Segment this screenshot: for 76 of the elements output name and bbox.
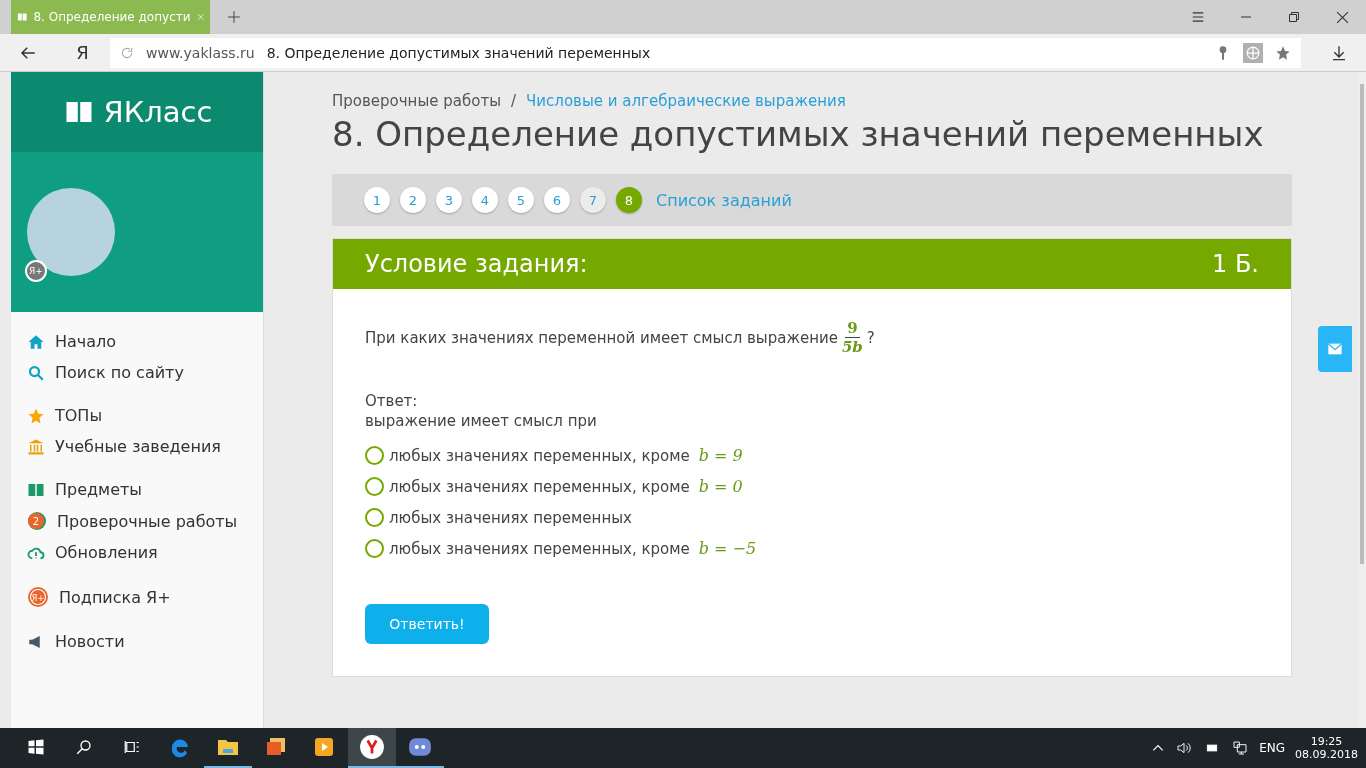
math-expression: b = 9 <box>698 446 743 465</box>
sidebar-item[interactable]: 2 Проверочные работы <box>27 511 263 531</box>
reload-icon <box>120 45 134 60</box>
answer-option[interactable]: любых значениях переменных <box>365 508 1259 527</box>
language-indicator[interactable]: ENG <box>1259 741 1285 755</box>
math-expression: b = 0 <box>698 477 743 496</box>
close-icon <box>196 12 204 22</box>
sidebar-item[interactable]: Я+ Подписка Я+ <box>27 586 263 608</box>
count-badge: 2 <box>27 511 47 531</box>
network-icon <box>1231 740 1250 756</box>
search-icon <box>27 363 45 382</box>
download-icon <box>1330 44 1347 61</box>
media-player-icon <box>312 735 336 759</box>
breadcrumb-link[interactable]: Проверочные работы <box>332 92 501 110</box>
radio-button[interactable] <box>365 539 384 558</box>
taskbar-app[interactable] <box>348 728 396 768</box>
mail-button[interactable] <box>1318 326 1352 372</box>
task-heading: Условие задания: <box>365 250 588 278</box>
address-bar[interactable]: www.yaklass.ru 8. Определение допустимых значений переменных <box>110 37 1301 68</box>
answer-label: Ответ: <box>365 392 419 410</box>
sidebar-item[interactable]: Новости <box>27 632 263 651</box>
sidebar-label: Подписка Я+ <box>59 587 171 607</box>
sidebar-label: Поиск по сайту <box>55 363 184 382</box>
sidebar-label: Новости <box>55 632 125 651</box>
sidebar-item[interactable]: Обновления <box>27 543 263 562</box>
home-logo-button[interactable]: Я <box>55 37 110 68</box>
math-expression: b = −5 <box>698 539 757 558</box>
globe-icon <box>1243 42 1263 63</box>
clock[interactable]: 19:25 08.09.2018 <box>1295 735 1358 761</box>
plus-icon <box>227 10 241 24</box>
windows-logo-icon <box>27 738 45 756</box>
question-text: При каких значениях переменной имеет смысл выражение <box>365 328 838 347</box>
yandex-browser-icon <box>359 734 385 760</box>
sidebar-label: Обновления <box>55 543 158 562</box>
plus-badge-icon: Я+ <box>27 586 49 608</box>
close-icon <box>1335 10 1349 24</box>
brand-name: ЯКласс <box>103 95 213 129</box>
menu-icon <box>1191 10 1205 24</box>
speaker-icon <box>1175 740 1194 756</box>
tab-title: 8. Определение допусти <box>33 10 191 24</box>
sidebar-item[interactable]: Поиск по сайту <box>27 363 263 382</box>
option-text: любых значениях переменных, кроме <box>389 446 690 465</box>
question-mark: ? <box>866 328 875 347</box>
radio-button[interactable] <box>365 477 384 496</box>
sidebar-item[interactable]: ТОПы <box>27 406 263 425</box>
building-icon <box>27 437 45 456</box>
answer-option[interactable]: любых значениях переменных, кроме b = 0 <box>365 477 1259 496</box>
sidebar-label: Учебные заведения <box>55 437 221 456</box>
sidebar-label: Предметы <box>55 480 142 499</box>
sidebar-item[interactable]: Учебные заведения <box>27 437 263 456</box>
answer-option[interactable]: любых значениях переменных, кроме b = −5 <box>365 539 1259 558</box>
sidebar-label: ТОПы <box>55 406 103 425</box>
page-title: 8. Определение допустимых значений переменных <box>332 114 1265 154</box>
breadcrumb-separator: / <box>511 92 517 110</box>
restore-icon <box>1288 11 1300 23</box>
answer-option[interactable]: любых значениях переменных, кроме b = 9 <box>365 446 1259 465</box>
plus-badge: Я+ <box>25 260 47 282</box>
fraction: 9 5b <box>841 319 863 356</box>
search-icon <box>75 738 93 756</box>
sidebar-item[interactable]: Предметы <box>27 480 263 499</box>
answer-lead: выражение имеет смысл при <box>365 412 598 430</box>
option-text: любых значениях переменных, кроме <box>389 477 690 496</box>
radio-button[interactable] <box>365 446 384 465</box>
sidebar-item[interactable]: Начало <box>27 332 263 351</box>
sidebar-label: Начало <box>55 332 117 351</box>
option-text: любых значениях переменных <box>389 508 632 527</box>
url-host: www.yaklass.ru <box>146 44 255 61</box>
envelope-icon <box>1325 341 1345 357</box>
sidebar-label: Проверочные работы <box>57 511 238 531</box>
page-title-text: 8. Определение допустимых значений переменных <box>266 44 651 61</box>
task-view-icon <box>123 738 141 756</box>
radio-button[interactable] <box>365 508 384 527</box>
star-icon <box>1275 44 1291 61</box>
option-text: любых значениях переменных, кроме <box>389 539 690 558</box>
task-points: 1 Б. <box>1212 250 1259 278</box>
brand-header[interactable]: ЯКласс <box>11 72 263 152</box>
